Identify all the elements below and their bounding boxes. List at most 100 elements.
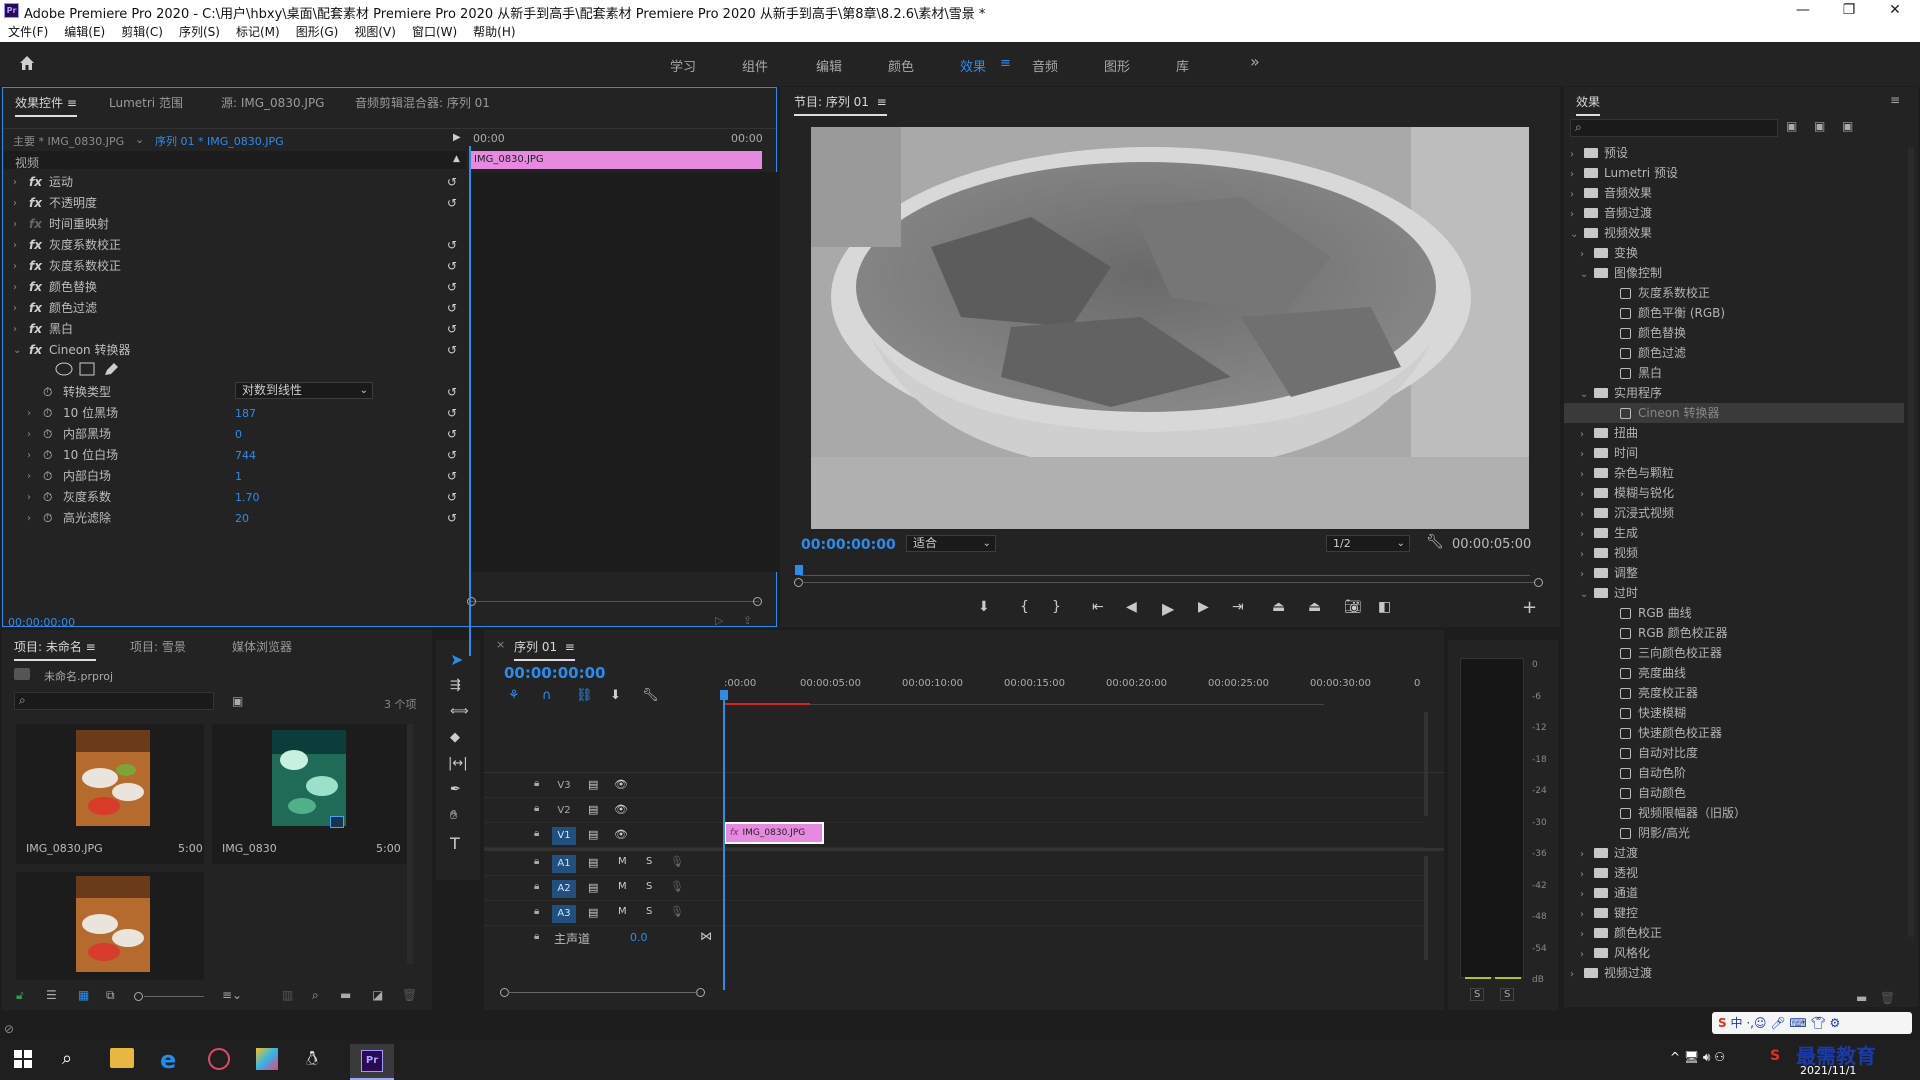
effect-item[interactable]: 亮度校正器 bbox=[1564, 683, 1904, 703]
effects-folder[interactable]: › 预设 bbox=[1564, 143, 1904, 163]
icon-view-icon[interactable]: ▦ bbox=[78, 988, 89, 1002]
effect-item[interactable]: 黑白 bbox=[1564, 363, 1904, 383]
chevron-right-icon[interactable]: › bbox=[1580, 465, 1594, 485]
timeline-clip[interactable]: fx IMG_0830.JPG bbox=[724, 822, 824, 844]
automate-icon[interactable]: ▥ bbox=[282, 988, 293, 1002]
fx-badge-icon[interactable]: fx bbox=[29, 235, 42, 256]
chevron-right-icon[interactable]: › bbox=[1580, 565, 1594, 585]
resolution-select[interactable]: 1/2 ⌄ bbox=[1326, 535, 1410, 552]
find-icon[interactable]: ⌕ bbox=[312, 988, 319, 1003]
effect-item[interactable]: 自动颜色 bbox=[1564, 783, 1904, 803]
button-editor-icon[interactable]: + bbox=[1522, 597, 1537, 618]
fit-select[interactable]: 适合 ⌄ bbox=[906, 535, 996, 552]
collapse-icon[interactable]: ▲ bbox=[453, 154, 460, 164]
menu-item[interactable]: 序列(S) bbox=[179, 25, 220, 39]
effects-folder[interactable]: › 音频过渡 bbox=[1564, 203, 1904, 223]
chevron-right-icon[interactable]: › bbox=[1580, 425, 1594, 445]
sync-lock-icon[interactable]: ▤ bbox=[588, 828, 598, 841]
program-video-frame[interactable] bbox=[811, 127, 1529, 529]
param-value[interactable]: 187 bbox=[235, 403, 256, 424]
effect-item[interactable]: 亮度曲线 bbox=[1564, 663, 1904, 683]
effects-search-input[interactable]: ⌕ bbox=[1570, 119, 1778, 137]
mute-button[interactable]: M bbox=[618, 906, 627, 917]
mute-button[interactable]: M bbox=[618, 881, 627, 892]
project-tab[interactable]: 媒体浏览器 bbox=[232, 638, 292, 655]
sequence-clip-label[interactable]: 序列 01 * IMG_0830.JPG bbox=[155, 133, 284, 149]
microphone-icon[interactable]: 🎙︎ bbox=[670, 855, 684, 868]
stopwatch-icon[interactable]: ⏱︎ bbox=[43, 466, 52, 487]
chevron-down-icon[interactable]: ⌄ bbox=[135, 133, 144, 146]
snap-icon[interactable]: ∩ bbox=[542, 688, 552, 703]
reset-icon[interactable]: ↺ bbox=[447, 277, 457, 298]
effect-row[interactable]: › fx 时间重映射 bbox=[3, 214, 463, 235]
chevron-right-icon[interactable]: › bbox=[13, 235, 17, 256]
effect-row[interactable]: ⌄ fx Cineon 转换器 ↺ bbox=[3, 340, 463, 361]
workspace-tab[interactable]: 效果 bbox=[960, 56, 986, 75]
eye-icon[interactable]: 👁︎ bbox=[614, 803, 628, 816]
lock-icon[interactable]: 🔓︎ bbox=[16, 988, 24, 1003]
ime-mode[interactable]: 中 bbox=[1730, 1016, 1742, 1030]
chevron-right-icon[interactable]: › bbox=[1580, 925, 1594, 945]
effect-item[interactable]: 阴影/高光 bbox=[1564, 823, 1904, 843]
reset-icon[interactable]: ↺ bbox=[447, 403, 457, 424]
effect-item[interactable]: 颜色替换 bbox=[1564, 323, 1904, 343]
new-search-bin-icon[interactable]: ▣ bbox=[232, 694, 243, 708]
chevron-right-icon[interactable]: › bbox=[27, 487, 31, 508]
project-search-input[interactable]: ⌕ bbox=[14, 692, 214, 710]
ellipse-mask-icon[interactable] bbox=[55, 362, 73, 379]
fx-panel-tab[interactable]: 音频剪辑混合器: 序列 01 bbox=[355, 94, 490, 111]
param-value[interactable]: 1.70 bbox=[235, 487, 260, 508]
effects-folder[interactable]: › 音频效果 bbox=[1564, 183, 1904, 203]
new-bin-icon[interactable]: ▬ bbox=[340, 988, 351, 1002]
stopwatch-icon[interactable]: ⏱︎ bbox=[43, 424, 52, 445]
chevron-down-icon[interactable]: ⌄ bbox=[1580, 385, 1594, 405]
selection-tool-icon[interactable]: ➤ bbox=[450, 650, 463, 669]
home-icon[interactable] bbox=[18, 54, 36, 75]
sogou-icon[interactable]: S bbox=[1770, 1048, 1780, 1064]
track-target[interactable]: A3 bbox=[552, 905, 576, 923]
qq-icon[interactable]: 🐧︎ bbox=[306, 1046, 318, 1073]
effect-row[interactable]: › fx 灰度系数校正 ↺ bbox=[3, 256, 463, 277]
effect-item[interactable]: 颜色过滤 bbox=[1564, 343, 1904, 363]
reset-icon[interactable]: ↺ bbox=[447, 466, 457, 487]
track-target[interactable]: V2 bbox=[552, 802, 576, 820]
reset-icon[interactable]: ↺ bbox=[447, 319, 457, 340]
add-marker-icon[interactable]: ⬇ bbox=[978, 599, 990, 615]
master-track-value[interactable]: 0.0 bbox=[630, 931, 648, 944]
effects-folder[interactable]: ⌄ 实用程序 bbox=[1564, 383, 1904, 403]
yuv-effects-icon[interactable]: ▣ bbox=[1842, 119, 1853, 133]
effect-item[interactable]: 灰度系数校正 bbox=[1564, 283, 1904, 303]
chevron-right-icon[interactable]: › bbox=[1580, 485, 1594, 505]
fx-badge-icon[interactable]: fx bbox=[29, 193, 42, 214]
effects-folder[interactable]: ⌄ 过时 bbox=[1564, 583, 1904, 603]
chevron-right-icon[interactable]: › bbox=[13, 214, 17, 235]
sync-lock-icon[interactable]: ▤ bbox=[588, 881, 598, 894]
effects-folder[interactable]: › 风格化 bbox=[1564, 943, 1904, 963]
workspace-tab[interactable]: 颜色 bbox=[888, 56, 914, 75]
reset-icon[interactable]: ↺ bbox=[447, 235, 457, 256]
project-tab[interactable]: 项目: 未命名 ≡ bbox=[14, 638, 96, 661]
timeline-tab[interactable]: 序列 01 ≡ bbox=[514, 638, 575, 661]
chevron-right-icon[interactable]: › bbox=[1580, 865, 1594, 885]
effects-tab[interactable]: 效果 bbox=[1576, 93, 1601, 116]
mini-clip[interactable]: IMG_0830.JPG bbox=[470, 151, 762, 169]
chevron-down-icon[interactable]: ⌄ bbox=[1580, 265, 1594, 285]
effects-folder[interactable]: › 变换 bbox=[1564, 243, 1904, 263]
search-icon[interactable]: ⌕ bbox=[62, 1048, 72, 1069]
fx-badge-icon[interactable]: fx bbox=[29, 214, 42, 235]
workspace-tab[interactable]: 学习 bbox=[670, 56, 696, 75]
menu-item[interactable]: 图形(G) bbox=[296, 25, 339, 39]
hand-tool-icon[interactable]: ✋︎ bbox=[450, 808, 457, 823]
step-forward-icon[interactable]: ▶︎ bbox=[1198, 599, 1209, 615]
effect-row[interactable]: › fx 黑白 ↺ bbox=[3, 319, 463, 340]
chevron-right-icon[interactable]: › bbox=[13, 172, 17, 193]
effects-folder[interactable]: › 时间 bbox=[1564, 443, 1904, 463]
chevron-right-icon[interactable]: › bbox=[13, 256, 17, 277]
conversion-type-select[interactable]: 对数到线性 ⌄ bbox=[235, 382, 373, 399]
effect-item[interactable]: RGB 曲线 bbox=[1564, 603, 1904, 623]
sync-lock-icon[interactable]: ▤ bbox=[588, 856, 598, 869]
timeline-playhead[interactable] bbox=[723, 690, 725, 990]
comparison-view-icon[interactable]: ◧ bbox=[1378, 599, 1391, 615]
track-select-tool-icon[interactable]: ⇶ bbox=[450, 678, 461, 693]
mini-playhead[interactable] bbox=[469, 146, 471, 656]
